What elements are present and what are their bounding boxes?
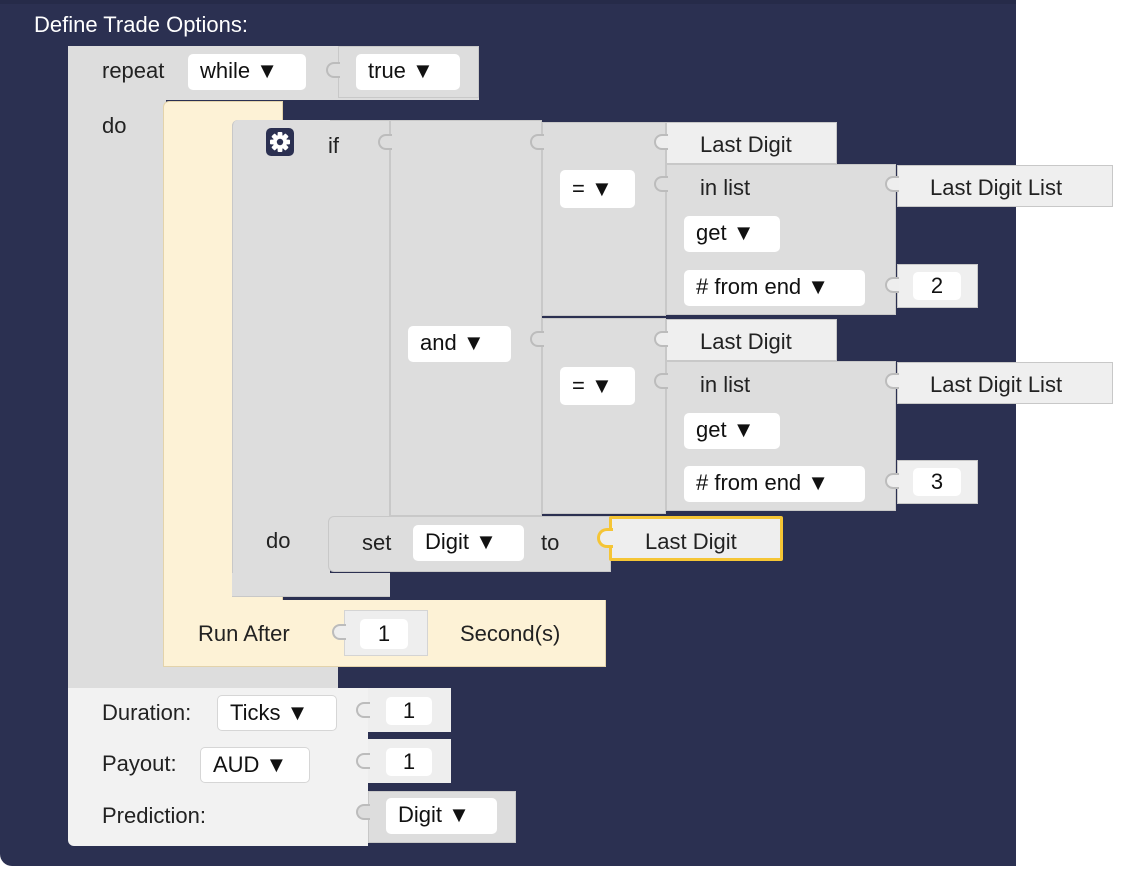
if-block-foot (232, 573, 390, 597)
list-name-2-notch (885, 373, 899, 389)
list-get-2-mode-dropdown[interactable]: get ▼ (684, 413, 780, 449)
set-label: set (362, 530, 392, 555)
compare-1-left-notch (654, 134, 668, 150)
set-value-label: Last Digit (645, 529, 737, 554)
index-2-notch (885, 473, 899, 489)
compare-2-left-notch (654, 331, 668, 347)
if-do-label: do (266, 528, 291, 553)
payout-notch (356, 753, 370, 769)
duration-value-input[interactable]: 1 (386, 697, 432, 725)
compare-2-left-label: Last Digit (700, 329, 792, 354)
list-get-1-mode-dropdown[interactable]: get ▼ (684, 216, 780, 252)
duration-unit-dropdown[interactable]: Ticks ▼ (217, 695, 337, 731)
list-get-2-notch (654, 373, 668, 389)
block-title: Define Trade Options: (34, 12, 249, 37)
payout-currency-dropdown[interactable]: AUD ▼ (200, 747, 310, 783)
and-dropdown[interactable]: and ▼ (408, 326, 511, 362)
duration-notch (356, 702, 370, 718)
run-after-notch (332, 624, 346, 640)
compare-block-1[interactable] (542, 122, 666, 316)
if-label: if (328, 133, 339, 158)
repeat-mode-dropdown[interactable]: while ▼ (188, 54, 306, 90)
payout-label: Payout: (102, 751, 177, 776)
compare-2-operator-dropdown[interactable]: = ▼ (560, 367, 635, 405)
prediction-notch (356, 804, 370, 820)
index-2-input[interactable]: 3 (913, 468, 961, 496)
run-after-seconds-input[interactable]: 1 (360, 619, 408, 649)
set-variable-dropdown[interactable]: Digit ▼ (413, 525, 524, 561)
list-get-1-notch (654, 176, 668, 192)
repeat-do-label: do (102, 113, 127, 138)
list-get-1-where-dropdown[interactable]: # from end ▼ (684, 270, 865, 306)
list-get-2-where-dropdown[interactable]: # from end ▼ (684, 466, 865, 502)
list-get-2-in-list-label: in list (700, 372, 751, 397)
run-after-label: Run After (198, 621, 290, 646)
seconds-unit-label: Second(s) (460, 621, 561, 646)
gear-icon[interactable] (266, 128, 294, 156)
set-to-label: to (541, 530, 560, 555)
index-1-input[interactable]: 2 (913, 272, 961, 300)
outer-block-strip (0, 0, 1016, 4)
compare-1-notch (530, 134, 544, 150)
compare-2-notch (530, 331, 544, 347)
index-1-notch (885, 277, 899, 293)
compare-block-2[interactable] (542, 318, 666, 514)
prediction-label: Prediction: (102, 803, 206, 828)
repeat-label: repeat (102, 58, 165, 83)
repeat-block-spine (68, 46, 166, 688)
compare-1-left-label: Last Digit (700, 132, 792, 157)
if-block-spine (232, 120, 330, 597)
condition-dropdown[interactable]: true ▼ (356, 54, 460, 90)
set-value-selected-notch (597, 528, 613, 548)
list-name-1-label: Last Digit List (930, 175, 1063, 200)
list-name-2-label: Last Digit List (930, 372, 1063, 397)
compare-1-operator-dropdown[interactable]: = ▼ (560, 170, 635, 208)
duration-label: Duration: (102, 700, 192, 725)
and-block[interactable] (390, 120, 542, 516)
list-get-1-in-list-label: in list (700, 175, 751, 200)
condition-socket-notch (326, 62, 340, 78)
and-block-notch (378, 134, 392, 150)
payout-value-input[interactable]: 1 (386, 748, 432, 776)
repeat-block-bottom (68, 665, 338, 689)
list-name-1-notch (885, 176, 899, 192)
prediction-variable-dropdown[interactable]: Digit ▼ (386, 798, 497, 834)
